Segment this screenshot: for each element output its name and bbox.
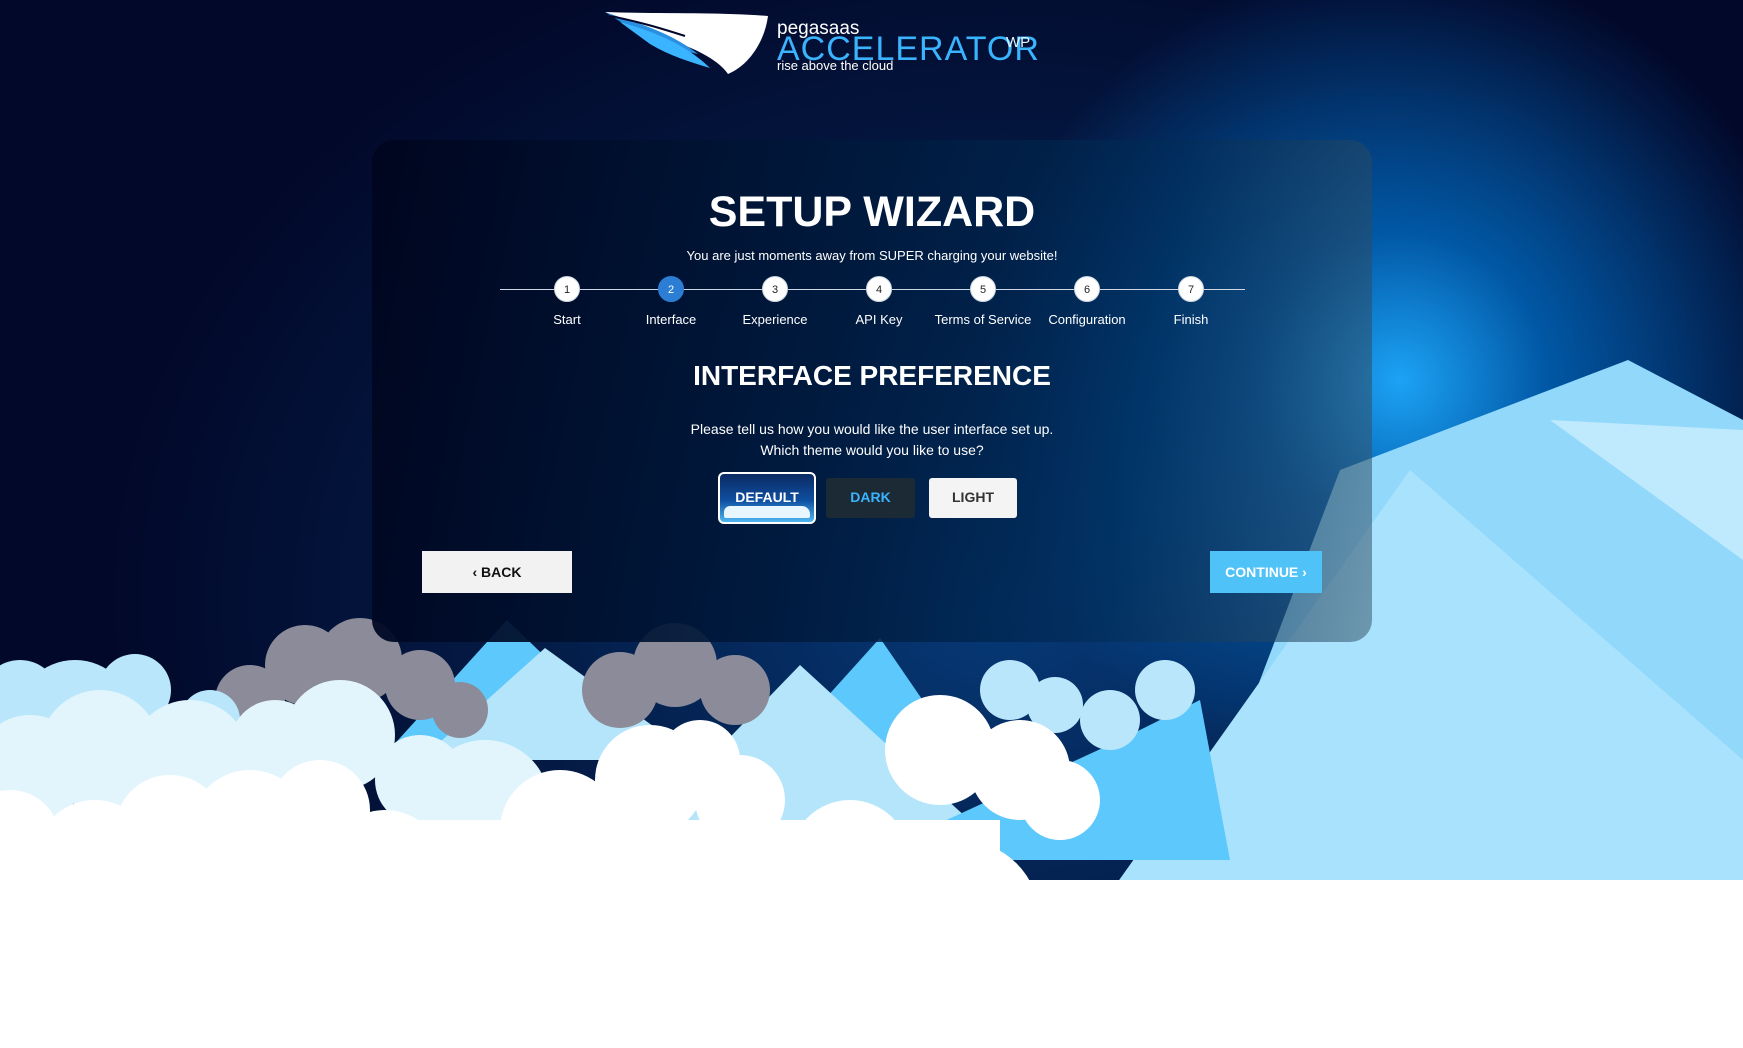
- step-configuration[interactable]: 6 Configuration: [1032, 276, 1142, 327]
- step-label: Configuration: [1048, 312, 1126, 327]
- theme-light-button[interactable]: LIGHT: [929, 478, 1017, 518]
- description-line-2: Which theme would you like to use?: [760, 442, 984, 458]
- page-subtitle: You are just moments away from SUPER cha…: [686, 248, 1058, 263]
- setup-wizard-panel: SETUP WIZARD You are just moments away f…: [372, 140, 1372, 642]
- step-start[interactable]: 1 Start: [512, 276, 622, 327]
- step-label: Interface: [645, 312, 697, 327]
- step-interface[interactable]: 2 Interface: [616, 276, 726, 327]
- logo-edition: WP: [1006, 34, 1031, 51]
- pegasaas-accelerator-logo: pegasaas ACCELERATOR rise above the clou…: [600, 10, 1040, 80]
- step-label: Finish: [1173, 312, 1209, 327]
- theme-default-button[interactable]: DEFAULT: [718, 472, 816, 524]
- back-button[interactable]: ‹ BACK: [422, 551, 572, 593]
- step-number: 6: [1074, 276, 1100, 302]
- logo-tagline: rise above the cloud: [777, 58, 894, 73]
- cloud-thumbnail: [724, 506, 810, 518]
- step-terms-of-service[interactable]: 5 Terms of Service: [928, 276, 1038, 327]
- step-label: Start: [553, 312, 581, 327]
- pegasus-wing-icon: [605, 12, 768, 74]
- step-experience[interactable]: 3 Experience: [720, 276, 830, 327]
- step-label: Terms of Service: [934, 312, 1032, 327]
- section-heading: INTERFACE PREFERENCE: [693, 360, 1051, 391]
- step-label: API Key: [855, 312, 903, 327]
- page-title: SETUP WIZARD: [708, 188, 1036, 236]
- step-number: 1: [554, 276, 580, 302]
- step-label: Experience: [742, 312, 808, 327]
- step-number: 7: [1178, 276, 1204, 302]
- step-finish[interactable]: 7 Finish: [1136, 276, 1246, 327]
- step-number: 4: [866, 276, 892, 302]
- theme-default-label: DEFAULT: [735, 489, 799, 505]
- theme-dark-button[interactable]: DARK: [826, 478, 915, 518]
- step-api-key[interactable]: 4 API Key: [824, 276, 934, 327]
- continue-button[interactable]: CONTINUE ›: [1210, 551, 1322, 593]
- step-number: 5: [970, 276, 996, 302]
- section-description: Please tell us how you would like the us…: [372, 419, 1372, 461]
- step-number: 2: [658, 276, 684, 302]
- description-line-1: Please tell us how you would like the us…: [690, 421, 1054, 437]
- step-number: 3: [762, 276, 788, 302]
